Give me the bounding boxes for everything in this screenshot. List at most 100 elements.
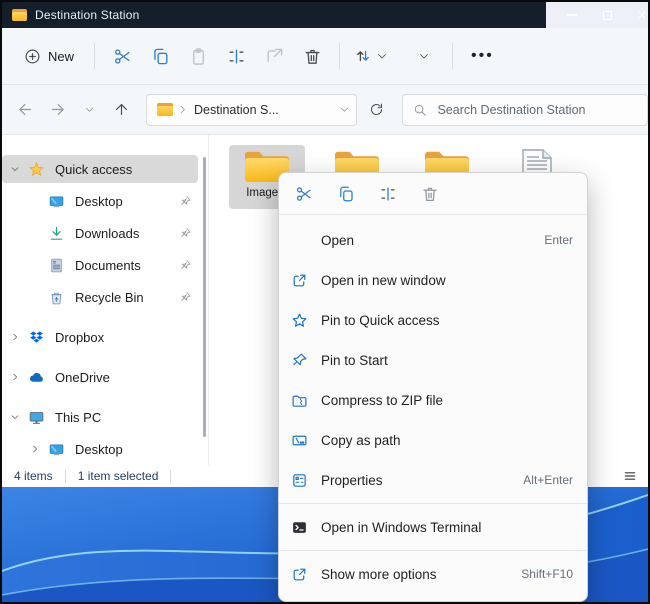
menu-separator xyxy=(279,503,587,504)
menu-item-label: Show more options xyxy=(321,567,521,582)
status-divider xyxy=(170,470,171,483)
copy-button[interactable] xyxy=(141,39,179,73)
menu-item-show-more[interactable]: Show more options Shift+F10 xyxy=(279,554,587,594)
pin-icon xyxy=(174,291,198,303)
items-count: 4 items xyxy=(14,469,53,483)
chevron-right-icon[interactable] xyxy=(22,444,48,454)
cut-icon[interactable] xyxy=(289,179,319,209)
menu-item-shortcut: Enter xyxy=(544,233,573,247)
more-options-button[interactable]: ••• xyxy=(461,47,504,65)
command-toolbar: New ••• xyxy=(2,28,648,85)
recent-locations-chevron-icon[interactable] xyxy=(74,95,104,125)
cut-button[interactable] xyxy=(103,39,141,73)
context-menu: Open Enter Open in new window Pin to Qui… xyxy=(278,172,588,602)
onedrive-icon xyxy=(28,369,45,386)
menu-item-label: Copy as path xyxy=(321,433,573,448)
desktop-icon xyxy=(48,193,65,210)
toolbar-divider xyxy=(452,43,453,69)
delete-button[interactable] xyxy=(293,39,331,73)
share-button[interactable] xyxy=(255,39,293,73)
plus-circle-icon xyxy=(24,48,41,65)
pin-quick-access-icon xyxy=(289,310,309,330)
sidebar-item-label: Downloads xyxy=(75,226,174,241)
sidebar-item-onedrive[interactable]: OneDrive xyxy=(2,363,198,391)
pin-icon xyxy=(174,227,198,239)
selection-count: 1 item selected xyxy=(78,469,159,483)
pin-icon xyxy=(174,195,198,207)
sidebar-item-recycle-bin[interactable]: Recycle Bin xyxy=(2,283,198,311)
chevron-right-icon xyxy=(177,104,188,115)
menu-item-open-new-window[interactable]: Open in new window xyxy=(279,260,587,300)
sidebar-item-label: Recycle Bin xyxy=(75,290,174,305)
sidebar-item-label: Documents xyxy=(75,258,174,273)
menu-item-compress-zip[interactable]: Compress to ZIP file xyxy=(279,380,587,420)
sort-icon xyxy=(354,47,372,65)
details-view-icon[interactable] xyxy=(620,467,640,485)
menu-item-open-terminal[interactable]: Open in Windows Terminal xyxy=(279,507,587,547)
folder-app-icon xyxy=(12,9,27,21)
chevron-down-icon[interactable] xyxy=(339,104,350,115)
menu-item-label: Open in Windows Terminal xyxy=(321,520,573,535)
chevron-down-icon xyxy=(418,50,430,62)
address-bar[interactable]: Destination S... xyxy=(146,94,357,126)
open-new-window-icon xyxy=(289,270,309,290)
copy-icon[interactable] xyxy=(331,179,361,209)
view-button[interactable] xyxy=(412,50,436,62)
menu-separator xyxy=(279,550,587,551)
back-button[interactable] xyxy=(10,95,40,125)
sidebar-item-desktop-thispc[interactable]: Desktop xyxy=(2,435,198,463)
menu-item-label: Compress to ZIP file xyxy=(321,393,573,408)
menu-item-pin-start[interactable]: Pin to Start xyxy=(279,340,587,380)
sidebar-scrollbar[interactable] xyxy=(203,157,206,437)
delete-icon[interactable] xyxy=(415,179,445,209)
menu-item-shortcut: Shift+F10 xyxy=(521,567,573,581)
sidebar-item-desktop[interactable]: Desktop xyxy=(2,187,198,215)
chevron-down-icon[interactable] xyxy=(2,412,28,422)
menu-item-label: Pin to Start xyxy=(321,353,573,368)
copy-path-icon xyxy=(289,430,309,450)
paste-button[interactable] xyxy=(179,39,217,73)
explorer-window: Destination Station ✕ New ••• xyxy=(0,0,650,604)
sidebar-item-dropbox[interactable]: Dropbox xyxy=(2,323,198,351)
menu-item-pin-quick-access[interactable]: Pin to Quick access xyxy=(279,300,587,340)
sidebar-item-this-pc[interactable]: This PC xyxy=(2,403,198,431)
up-button[interactable] xyxy=(106,95,136,125)
menu-item-label: Open in new window xyxy=(321,273,573,288)
minimize-icon[interactable] xyxy=(558,3,586,27)
pin-icon xyxy=(174,259,198,271)
downloads-icon xyxy=(48,225,65,242)
window-controls: ✕ xyxy=(546,2,648,28)
context-menu-quick-actions xyxy=(279,173,587,215)
close-icon[interactable]: ✕ xyxy=(628,3,650,27)
maximize-icon[interactable] xyxy=(593,3,621,27)
chevron-right-icon[interactable] xyxy=(2,332,28,342)
search-input[interactable] xyxy=(437,103,637,117)
star-icon xyxy=(28,161,45,178)
sidebar-item-documents[interactable]: Documents xyxy=(2,251,198,279)
breadcrumb[interactable]: Destination S... xyxy=(194,103,339,117)
rename-icon[interactable] xyxy=(373,179,403,209)
documents-icon xyxy=(48,257,65,274)
rename-button[interactable] xyxy=(217,39,255,73)
sort-button[interactable] xyxy=(348,47,394,65)
menu-item-copy-as-path[interactable]: Copy as path xyxy=(279,420,587,460)
dropbox-icon xyxy=(28,329,45,346)
toolbar-divider xyxy=(339,43,340,69)
new-button[interactable]: New xyxy=(12,42,86,71)
menu-item-properties[interactable]: Properties Alt+Enter xyxy=(279,460,587,500)
folder-icon xyxy=(157,103,173,116)
desktop-icon xyxy=(48,441,65,458)
chevron-down-icon[interactable] xyxy=(2,164,28,174)
forward-button[interactable] xyxy=(42,95,72,125)
terminal-icon xyxy=(289,517,309,537)
sidebar-item-quick-access[interactable]: Quick access xyxy=(2,155,198,183)
this-pc-icon xyxy=(28,409,45,426)
sidebar-item-downloads[interactable]: Downloads xyxy=(2,219,198,247)
menu-item-open[interactable]: Open Enter xyxy=(279,220,587,260)
chevron-right-icon[interactable] xyxy=(2,372,28,382)
sidebar-item-label: Desktop xyxy=(75,194,174,209)
sidebar-item-label: This PC xyxy=(55,410,198,425)
sidebar-item-label: Quick access xyxy=(55,162,198,177)
refresh-button[interactable] xyxy=(363,95,391,125)
new-button-label: New xyxy=(48,49,74,64)
